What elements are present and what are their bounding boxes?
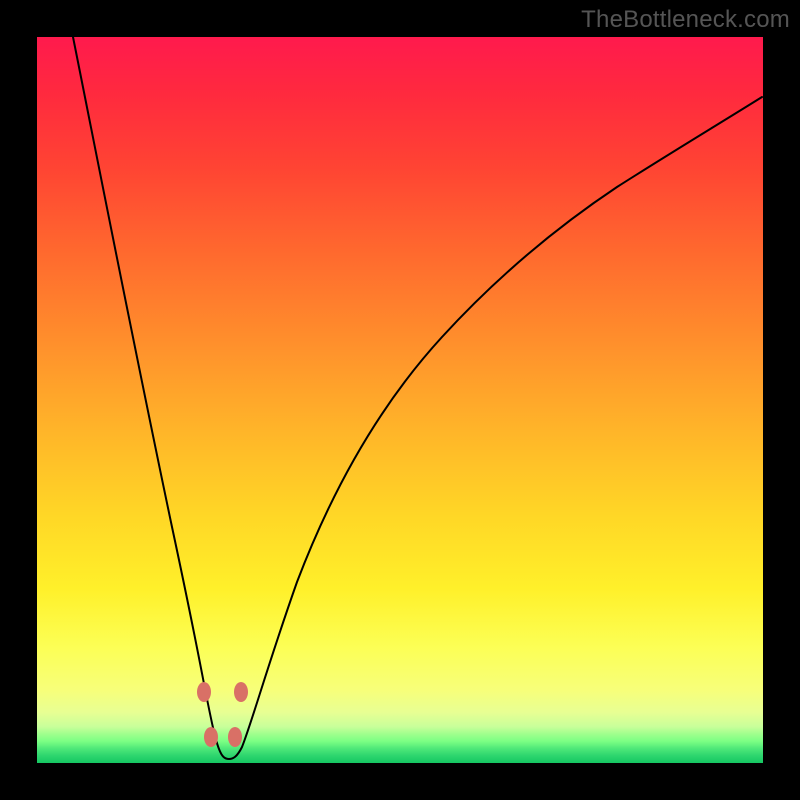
watermark-text: TheBottleneck.com	[581, 6, 790, 34]
marker-lower-right	[228, 727, 242, 747]
marker-upper-left	[197, 682, 211, 702]
bottleneck-curve	[73, 37, 762, 759]
marker-lower-left	[204, 727, 218, 747]
marker-upper-right	[234, 682, 248, 702]
plot-area	[37, 37, 763, 763]
outer-frame: TheBottleneck.com	[0, 0, 800, 800]
curve-layer	[37, 37, 763, 763]
